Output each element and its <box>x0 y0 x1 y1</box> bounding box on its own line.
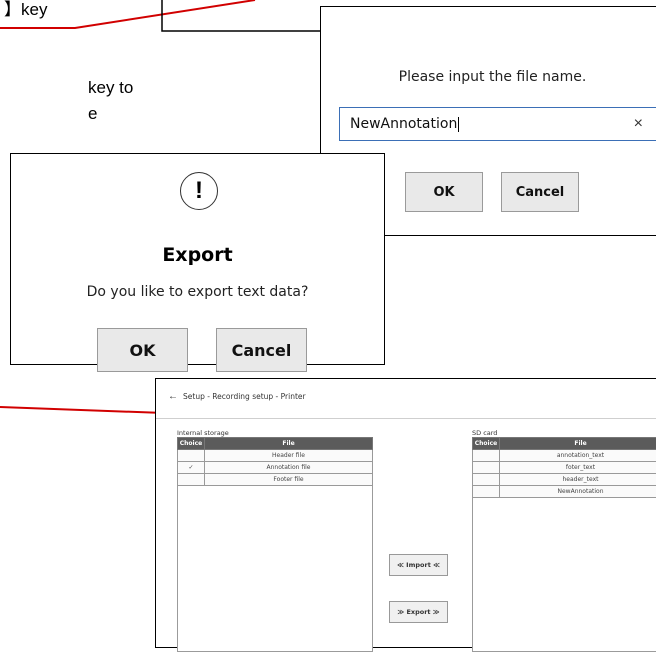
internal-storage-label: Internal storage <box>177 429 229 437</box>
window-title: Setup - Recording setup - Printer <box>183 392 306 401</box>
table-row[interactable]: NewAnnotation <box>473 486 656 498</box>
file-cell[interactable]: NewAnnotation <box>500 486 656 498</box>
file-cell[interactable]: header_text <box>500 474 656 486</box>
export-button[interactable]: ≫ Export ≫ <box>389 601 448 623</box>
export-title: Export <box>11 244 384 266</box>
choice-cell[interactable] <box>473 450 500 462</box>
callout-line-top <box>0 0 255 28</box>
choice-header: Choice <box>473 438 500 450</box>
choice-cell[interactable] <box>473 462 500 474</box>
internal-storage-table: Choice File Header file ✓ Annotation fil… <box>177 437 373 486</box>
import-button[interactable]: ≪ Import ≪ <box>389 554 448 576</box>
file-name-prompt: Please input the file name. <box>321 69 656 85</box>
export-dialog: ! Export Do you like to export text data… <box>10 153 385 365</box>
file-header: File <box>500 438 656 450</box>
ok-button[interactable]: OK <box>405 172 483 212</box>
choice-cell[interactable] <box>473 474 500 486</box>
frame-line-top <box>162 0 320 31</box>
file-name-input[interactable]: NewAnnotation × <box>339 107 656 141</box>
file-name-value[interactable]: NewAnnotation <box>350 116 459 132</box>
file-cell[interactable]: annotation_text <box>500 450 656 462</box>
file-cell[interactable]: Header file <box>205 450 373 462</box>
file-cell[interactable]: Footer file <box>205 474 373 486</box>
table-row[interactable]: header_text <box>473 474 656 486</box>
checkmark-icon[interactable]: ✓ <box>178 462 205 474</box>
text-caret <box>458 117 459 132</box>
setup-window: ← Setup - Recording setup - Printer Inte… <box>155 378 656 648</box>
sd-card-label: SD card <box>472 429 497 437</box>
cancel-button[interactable]: Cancel <box>501 172 579 212</box>
file-header: File <box>205 438 373 450</box>
table-row[interactable]: ✓ Annotation file <box>178 462 373 474</box>
file-cell[interactable]: Annotation file <box>205 462 373 474</box>
title-bar: ← Setup - Recording setup - Printer <box>156 379 656 419</box>
file-name-text: NewAnnotation <box>350 116 457 132</box>
sd-card-table: Choice File annotation_text foter_text h… <box>472 437 656 498</box>
choice-cell[interactable] <box>473 486 500 498</box>
choice-cell[interactable] <box>178 474 205 486</box>
table-row[interactable]: foter_text <box>473 462 656 474</box>
ok-button[interactable]: OK <box>97 328 188 372</box>
table-row[interactable]: Footer file <box>178 474 373 486</box>
back-arrow-icon[interactable]: ← <box>168 391 178 402</box>
choice-cell[interactable] <box>178 450 205 462</box>
exclamation-icon: ! <box>180 172 218 210</box>
export-message: Do you like to export text data? <box>11 284 384 300</box>
clear-icon[interactable]: × <box>634 115 643 133</box>
choice-header: Choice <box>178 438 205 450</box>
table-row[interactable]: Header file <box>178 450 373 462</box>
cancel-button[interactable]: Cancel <box>216 328 307 372</box>
file-cell[interactable]: foter_text <box>500 462 656 474</box>
table-row[interactable]: annotation_text <box>473 450 656 462</box>
